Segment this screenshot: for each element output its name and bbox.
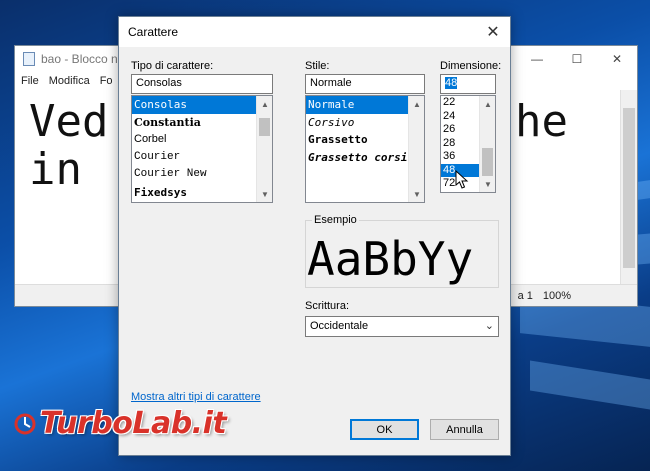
notepad-text-left: Ved in <box>29 96 109 195</box>
close-icon[interactable]: ✕ <box>597 46 637 72</box>
font-family-input[interactable]: Consolas <box>131 74 273 94</box>
scroll-down-icon[interactable]: ▼ <box>409 186 424 202</box>
size-item-36[interactable]: 36 <box>441 150 479 164</box>
font-size-label: Dimensione: <box>440 60 502 72</box>
style-item-grassetto-corsivo[interactable]: Grassetto corsivo <box>306 149 408 167</box>
example-label: Esempio <box>312 214 359 226</box>
more-fonts-link[interactable]: Mostra altri tipi di carattere <box>131 391 261 403</box>
dialog-title: Carattere <box>128 25 179 39</box>
ok-button[interactable]: OK <box>350 419 419 440</box>
font-item-courier-new[interactable]: Courier New <box>132 166 256 184</box>
style-item-normale[interactable]: Normale <box>306 96 408 114</box>
font-item-constantia[interactable]: Constantia <box>132 114 256 132</box>
menu-formato[interactable]: Fo <box>100 75 113 87</box>
font-family-label: Tipo di carattere: <box>131 60 214 72</box>
script-select[interactable]: Occidentale ⌄ <box>305 316 499 337</box>
watermark-text: TurboLab.it <box>40 406 227 441</box>
notepad-scroll-thumb[interactable] <box>623 108 635 268</box>
font-size-input-value: 48 <box>445 77 458 89</box>
font-list-scrollbar[interactable]: ▲ ▼ <box>256 96 272 202</box>
font-family-list[interactable]: Consolas Constantia Corbel Courier Couri… <box>131 95 273 203</box>
example-preview-text: AaBbYy <box>307 233 474 285</box>
notepad-text-right: he <box>515 96 568 147</box>
font-item-fixedsys[interactable]: Fixedsys <box>132 184 256 202</box>
menu-file[interactable]: File <box>21 75 39 87</box>
dialog-titlebar: Carattere <box>119 17 510 47</box>
style-item-grassetto[interactable]: Grassetto <box>306 131 408 149</box>
size-list-scrollbar[interactable]: ▲ ▼ <box>479 96 495 192</box>
maximize-icon[interactable]: ☐ <box>557 46 597 72</box>
status-zoom: 100% <box>542 289 571 302</box>
scroll-up-icon[interactable]: ▲ <box>480 96 495 112</box>
size-item-22[interactable]: 22 <box>441 96 479 110</box>
style-list-scrollbar[interactable]: ▲ ▼ <box>408 96 424 202</box>
mouse-cursor-icon <box>455 170 469 189</box>
style-item-corsivo[interactable]: Corsivo <box>306 114 408 132</box>
scroll-down-icon[interactable]: ▼ <box>257 186 272 202</box>
watermark: TurboLab.it <box>14 406 227 441</box>
notepad-scrollbar[interactable] <box>620 90 637 285</box>
turbolab-logo-icon <box>14 413 36 434</box>
minimize-icon[interactable]: — <box>517 46 557 72</box>
scroll-up-icon[interactable]: ▲ <box>257 96 272 112</box>
size-item-28[interactable]: 28 <box>441 137 479 151</box>
scroll-down-icon[interactable]: ▼ <box>480 176 495 192</box>
notepad-window-controls: — ☐ ✕ <box>517 46 637 72</box>
font-list-scroll-thumb[interactable] <box>259 118 270 136</box>
scroll-up-icon[interactable]: ▲ <box>409 96 424 112</box>
notepad-title: bao - Blocco no <box>41 52 125 66</box>
font-item-courier[interactable]: Courier <box>132 149 256 167</box>
font-dialog: Carattere ✕ Tipo di carattere: Consolas … <box>118 16 511 456</box>
script-label: Scrittura: <box>305 300 350 312</box>
menu-modifica[interactable]: Modifica <box>49 75 90 87</box>
font-style-list[interactable]: Normale Corsivo Grassetto Grassetto cors… <box>305 95 425 203</box>
notepad-icon <box>23 52 35 66</box>
font-size-input[interactable]: 48 <box>440 74 496 94</box>
cancel-button[interactable]: Annulla <box>430 419 499 440</box>
chevron-down-icon: ⌄ <box>484 320 494 332</box>
status-position: a 1 <box>517 289 533 302</box>
script-select-value: Occidentale <box>310 320 369 332</box>
close-icon[interactable]: ✕ <box>482 22 504 42</box>
size-item-24[interactable]: 24 <box>441 110 479 124</box>
size-list-scroll-thumb[interactable] <box>482 148 493 176</box>
font-style-label: Stile: <box>305 60 330 72</box>
font-style-input[interactable]: Normale <box>305 74 425 94</box>
size-item-26[interactable]: 26 <box>441 123 479 137</box>
font-item-consolas[interactable]: Consolas <box>132 96 256 114</box>
font-item-corbel[interactable]: Corbel <box>132 131 256 149</box>
